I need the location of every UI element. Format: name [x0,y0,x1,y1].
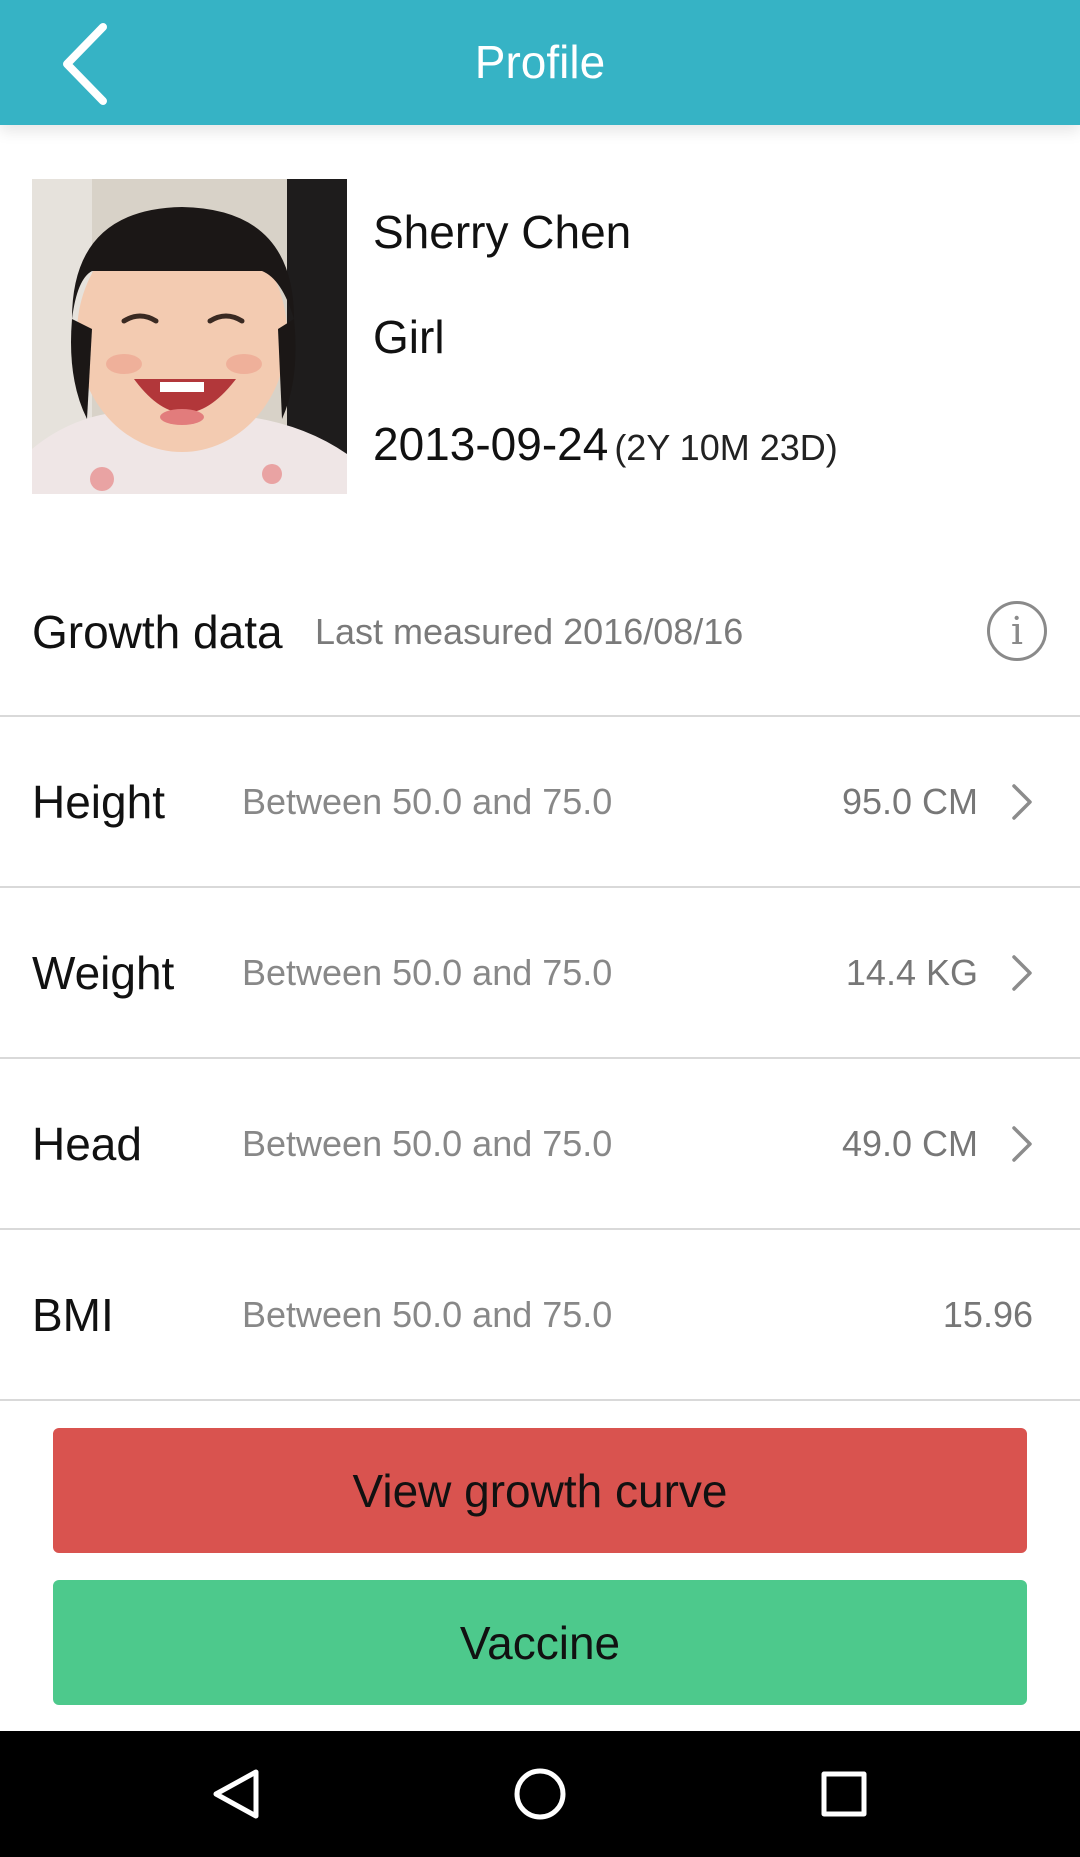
child-name: Sherry Chen [373,206,632,258]
profile-section: Sherry Chen Girl 2013-09-24 (2Y 10M 23D) [0,125,1080,555]
row-range: Between 50.0 and 75.0 [242,952,613,993]
chevron-right-icon [1012,784,1032,820]
row-value: 15.96 [942,1294,1033,1335]
row-range: Between 50.0 and 75.0 [242,781,613,822]
row-range: Between 50.0 and 75.0 [242,1294,613,1335]
growth-row-height[interactable]: Height Between 50.0 and 75.0 95.0 CM [0,717,1080,887]
circle-home-icon [514,1768,566,1820]
row-label: Weight [32,947,175,999]
nav-back-button[interactable] [196,1754,276,1834]
growth-data-header: Growth data Last measured 2016/08/16 i [0,555,1080,715]
row-label: Head [32,1118,142,1170]
view-growth-curve-button[interactable]: View growth curve [53,1428,1027,1553]
nav-recents-button[interactable] [804,1754,884,1834]
growth-row-weight[interactable]: Weight Between 50.0 and 75.0 14.4 KG [0,888,1080,1058]
app-bar: Profile [0,0,1080,125]
child-gender: Girl [373,311,445,363]
divider [0,1399,1080,1401]
nav-home-button[interactable] [500,1754,580,1834]
system-nav-bar [0,1731,1080,1857]
row-label: Height [32,776,165,828]
row-value: 95.0 CM [841,781,978,822]
row-label: BMI [32,1289,114,1341]
info-icon: i [1010,609,1024,653]
chevron-right-icon [1012,1126,1032,1162]
birth-date-line: 2013-09-24 (2Y 10M 23D) [373,417,838,471]
last-measured-text: Last measured 2016/08/16 [315,611,744,652]
page-title: Profile [474,36,606,88]
child-photo [32,179,347,494]
triangle-back-icon [213,1769,259,1819]
growth-data-title: Growth data [32,606,283,658]
row-value: 49.0 CM [841,1123,978,1164]
info-button[interactable]: i [987,601,1047,661]
chevron-right-icon [1012,955,1032,991]
row-value: 14.4 KG [845,952,978,993]
row-range: Between 50.0 and 75.0 [242,1123,613,1164]
birth-date: 2013-09-24 [373,418,609,470]
growth-row-bmi: BMI Between 50.0 and 75.0 15.96 [0,1230,1080,1400]
avatar[interactable] [32,179,347,494]
growth-row-head[interactable]: Head Between 50.0 and 75.0 49.0 CM [0,1059,1080,1229]
square-recents-icon [821,1771,867,1817]
child-age: (2Y 10M 23D) [614,427,838,468]
vaccine-button[interactable]: Vaccine [53,1580,1027,1705]
